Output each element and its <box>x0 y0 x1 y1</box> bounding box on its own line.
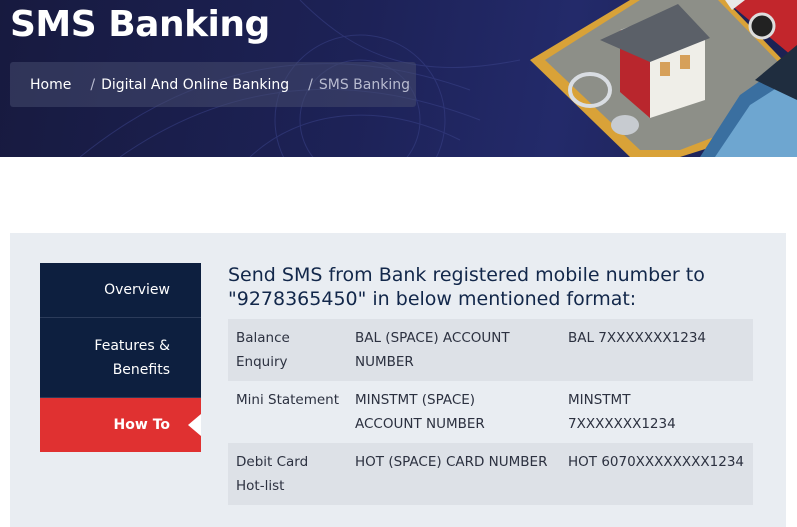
tab-features-benefits[interactable]: Features & Benefits <box>40 318 201 398</box>
format-text: BAL (SPACE) ACCOUNT <box>355 330 510 346</box>
breadcrumb-section-link[interactable]: Digital And Online Banking <box>101 77 289 93</box>
table-row: Balance Enquiry BAL (SPACE) ACCOUNT NUMB… <box>228 319 753 381</box>
example-text: 7XXXXXXX1234 <box>568 416 676 432</box>
service-cell: Balance Enquiry <box>236 326 355 374</box>
how-to-panel: Overview Features & Benefits How To Send… <box>10 233 786 527</box>
banner-collage-image <box>530 0 797 157</box>
example-cell: BAL 7XXXXXXX1234 <box>568 326 753 374</box>
breadcrumb-current: SMS Banking <box>318 76 410 93</box>
tab-overview-label: Overview <box>104 282 170 298</box>
service-text: Debit Card <box>236 454 309 470</box>
tab-how-to[interactable]: How To <box>40 398 201 452</box>
format-text: ACCOUNT NUMBER <box>355 416 485 432</box>
page-title: SMS Banking <box>10 4 270 45</box>
breadcrumb-separator: / <box>90 76 96 93</box>
service-text: Balance <box>236 330 290 346</box>
tab-how-to-label: How To <box>113 417 170 433</box>
hero-banner: SMS Banking Home / Digital And Online Ba… <box>0 0 797 157</box>
tab-overview[interactable]: Overview <box>40 263 201 318</box>
service-text: Mini Statement <box>236 392 340 408</box>
tab-list: Overview Features & Benefits How To <box>40 263 201 452</box>
example-text: HOT 6070XXXXXXXX1234 <box>568 454 745 470</box>
example-cell: MINSTMT 7XXXXXXX1234 <box>568 388 753 436</box>
breadcrumb: Home / Digital And Online Banking / SMS … <box>10 62 416 107</box>
instructions-heading: Send SMS from Bank registered mobile num… <box>228 263 768 311</box>
instructions-heading-line1: Send SMS from Bank registered mobile num… <box>228 264 705 286</box>
sms-format-table: Balance Enquiry BAL (SPACE) ACCOUNT NUMB… <box>228 319 753 505</box>
tab-features-label-line2: Benefits <box>112 362 170 378</box>
format-text: HOT (SPACE) CARD NUMBER <box>355 454 548 470</box>
service-text: Hot-list <box>236 478 285 494</box>
service-cell: Debit Card Hot-list <box>236 450 355 498</box>
example-text: MINSTMT <box>568 392 631 408</box>
example-cell: HOT 6070XXXXXXXX1234 <box>568 450 753 498</box>
table-row: Mini Statement MINSTMT (SPACE) ACCOUNT N… <box>228 381 753 443</box>
service-text: Enquiry <box>236 354 288 370</box>
format-cell: HOT (SPACE) CARD NUMBER <box>355 450 568 498</box>
example-text: BAL 7XXXXXXX1234 <box>568 330 706 346</box>
tab-features-label-line1: Features & <box>94 338 170 354</box>
breadcrumb-separator: / <box>308 76 313 93</box>
instructions-heading-line2: "9278365450" in below mentioned format: <box>228 288 637 310</box>
format-text: NUMBER <box>355 354 414 370</box>
breadcrumb-home-link[interactable]: Home <box>30 77 71 93</box>
format-cell: BAL (SPACE) ACCOUNT NUMBER <box>355 326 568 374</box>
table-row: Debit Card Hot-list HOT (SPACE) CARD NUM… <box>228 443 753 505</box>
format-cell: MINSTMT (SPACE) ACCOUNT NUMBER <box>355 388 568 436</box>
service-cell: Mini Statement <box>236 388 355 436</box>
format-text: MINSTMT (SPACE) <box>355 392 476 408</box>
